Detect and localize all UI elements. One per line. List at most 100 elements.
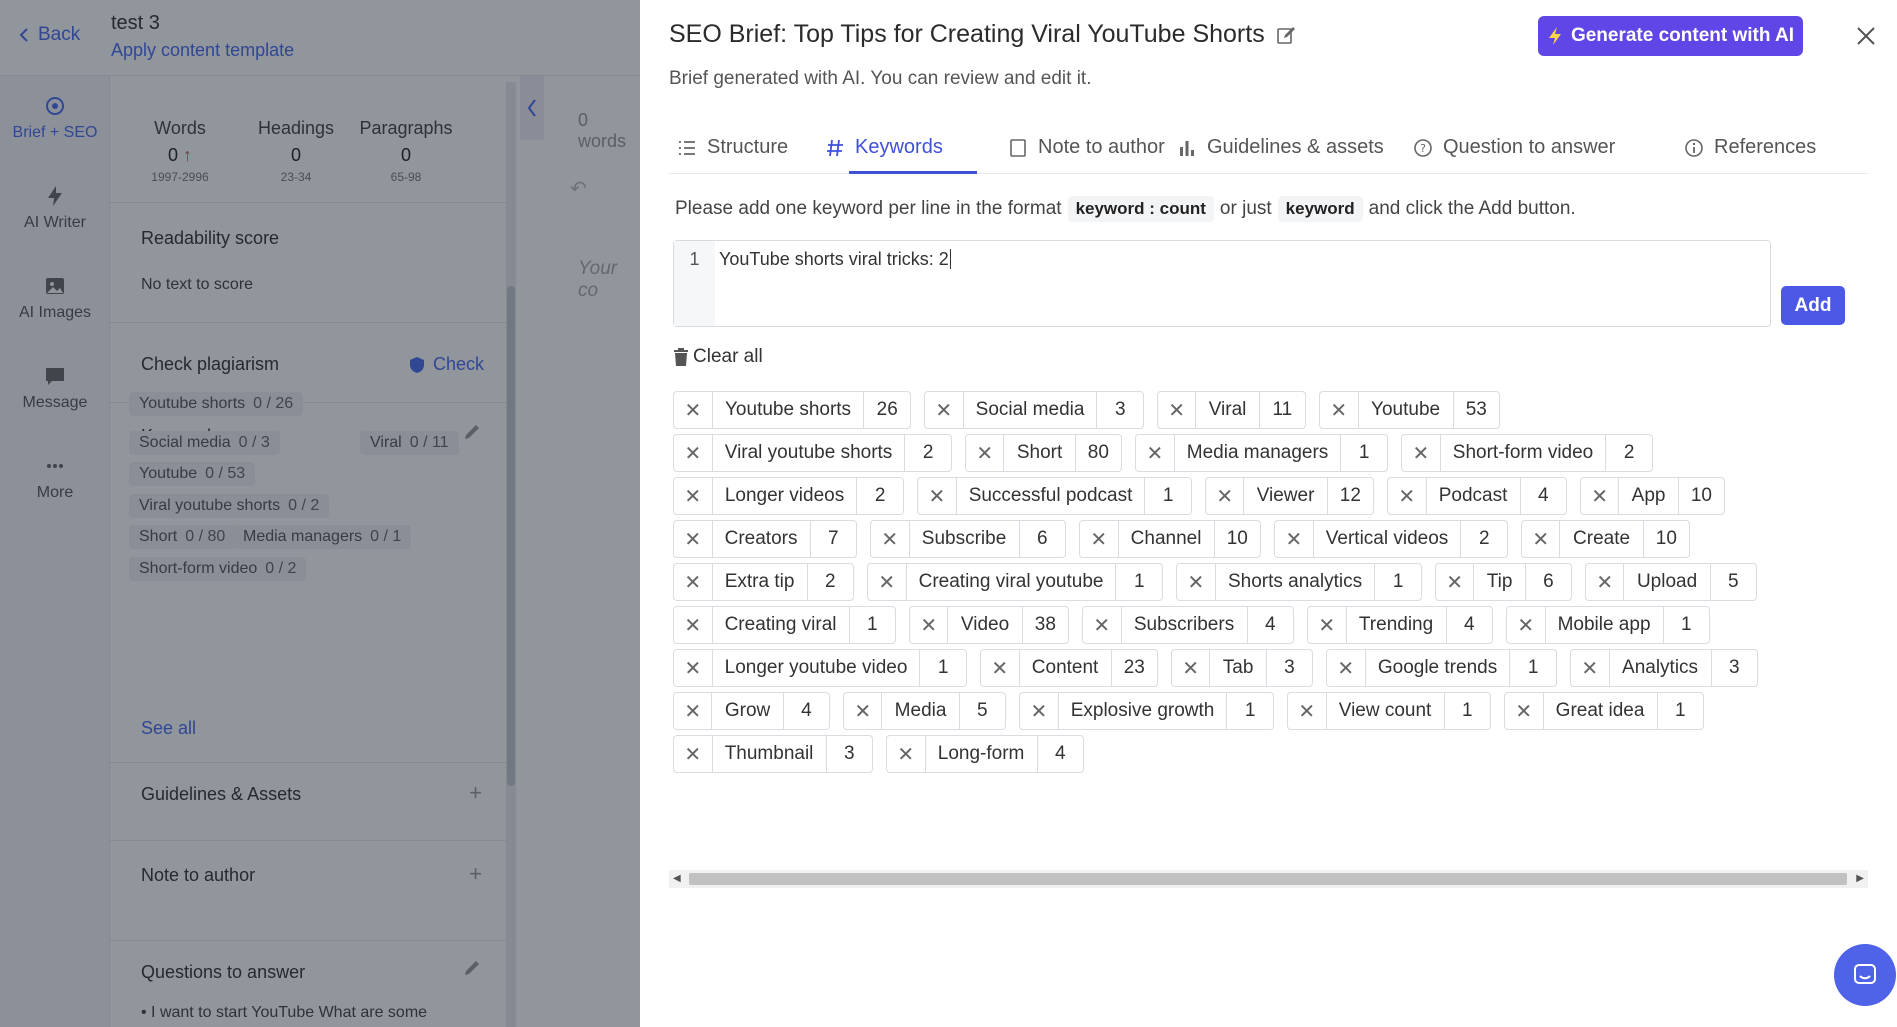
keyword-chip-name[interactable]: Viral <box>1196 392 1260 428</box>
remove-keyword-icon[interactable]: ✕ <box>1522 521 1561 557</box>
keyword-chip-name[interactable]: Mobile app <box>1546 607 1664 643</box>
remove-keyword-icon[interactable]: ✕ <box>1275 521 1314 557</box>
keyword-chip-count[interactable]: 4 <box>1521 478 1566 514</box>
keyword-chip-name[interactable]: Tab <box>1210 650 1267 686</box>
keyword-chip-count[interactable]: 11 <box>1260 392 1305 428</box>
remove-keyword-icon[interactable]: ✕ <box>1388 478 1427 514</box>
keyword-input-editor[interactable]: 1 YouTube shorts viral tricks: 2​ <box>673 240 1771 327</box>
keyword-chip-name[interactable]: Thumbnail <box>713 736 827 772</box>
remove-keyword-icon[interactable]: ✕ <box>1320 392 1359 428</box>
keyword-chip-name[interactable]: Creating viral youtube <box>907 564 1117 600</box>
remove-keyword-icon[interactable]: ✕ <box>1080 521 1119 557</box>
keyword-chip-name[interactable]: Media managers <box>1175 435 1342 471</box>
keyword-chip-name[interactable]: Subscribers <box>1122 607 1248 643</box>
keyword-chip-count[interactable]: 2 <box>857 478 903 514</box>
add-keywords-button[interactable]: Add <box>1781 286 1845 325</box>
keyword-chip-count[interactable]: 1 <box>1658 693 1703 729</box>
remove-keyword-icon[interactable]: ✕ <box>1308 607 1347 643</box>
remove-keyword-icon[interactable]: ✕ <box>1136 435 1175 471</box>
keyword-chip-name[interactable]: Creating viral <box>713 607 850 643</box>
keyword-chip-name[interactable]: Create <box>1560 521 1644 557</box>
clear-all-button[interactable]: Clear all <box>673 346 763 368</box>
keyword-chip-count[interactable]: 6 <box>1526 564 1571 600</box>
keyword-chip-name[interactable]: Trending <box>1347 607 1447 643</box>
remove-keyword-icon[interactable]: ✕ <box>844 693 883 729</box>
keyword-input-line[interactable]: YouTube shorts viral tricks: 2​ <box>719 249 951 270</box>
keyword-chip-name[interactable]: Shorts analytics <box>1216 564 1376 600</box>
scroll-left-arrow-icon[interactable]: ◀ <box>673 873 681 884</box>
remove-keyword-icon[interactable]: ✕ <box>868 564 907 600</box>
remove-keyword-icon[interactable]: ✕ <box>925 392 964 428</box>
keyword-chip-name[interactable]: Short-form video <box>1441 435 1607 471</box>
keyword-chip-name[interactable]: Podcast <box>1427 478 1521 514</box>
remove-keyword-icon[interactable]: ✕ <box>674 521 713 557</box>
keyword-chip-count[interactable]: 1 <box>1145 478 1191 514</box>
keyword-chip-name[interactable]: Analytics <box>1610 650 1712 686</box>
remove-keyword-icon[interactable]: ✕ <box>1172 650 1211 686</box>
tab-guidelines-assets[interactable]: Guidelines & assets <box>1177 136 1384 159</box>
keyword-chip-count[interactable]: 4 <box>1038 736 1083 772</box>
keyword-chip-count[interactable]: 10 <box>1644 521 1689 557</box>
keyword-chip-name[interactable]: Great idea <box>1544 693 1658 729</box>
remove-keyword-icon[interactable]: ✕ <box>1020 693 1059 729</box>
remove-keyword-icon[interactable]: ✕ <box>1507 607 1546 643</box>
remove-keyword-icon[interactable]: ✕ <box>1505 693 1544 729</box>
remove-keyword-icon[interactable]: ✕ <box>674 478 713 514</box>
remove-keyword-icon[interactable]: ✕ <box>1206 478 1245 514</box>
keyword-chip-name[interactable]: Tip <box>1474 564 1526 600</box>
modal-overlay[interactable] <box>0 0 640 1027</box>
remove-keyword-icon[interactable]: ✕ <box>1083 607 1122 643</box>
scrollbar-thumb[interactable] <box>689 873 1847 885</box>
keyword-chip-count[interactable]: 3 <box>827 736 872 772</box>
keyword-chip-name[interactable]: Media <box>882 693 960 729</box>
tab-note-to-author[interactable]: Note to author <box>1008 136 1165 159</box>
keyword-chip-name[interactable]: App <box>1619 478 1679 514</box>
keyword-chip-name[interactable]: Viral youtube shorts <box>713 435 906 471</box>
keyword-chip-count[interactable]: 5 <box>960 693 1005 729</box>
keyword-chip-count[interactable]: 4 <box>1248 607 1294 643</box>
keyword-chip-count[interactable]: 1 <box>1341 435 1387 471</box>
remove-keyword-icon[interactable]: ✕ <box>674 607 713 643</box>
tab-structure[interactable]: Structure <box>677 136 788 159</box>
remove-keyword-icon[interactable]: ✕ <box>1586 564 1625 600</box>
keyword-chip-count[interactable]: 3 <box>1267 650 1312 686</box>
keyword-chip-count[interactable]: 6 <box>1020 521 1065 557</box>
keyword-chip-count[interactable]: 38 <box>1023 607 1068 643</box>
keyword-chip-name[interactable]: Youtube shorts <box>713 392 865 428</box>
remove-keyword-icon[interactable]: ✕ <box>674 435 713 471</box>
keyword-chip-name[interactable]: Subscribe <box>910 521 1020 557</box>
keyword-chip-name[interactable]: Grow <box>712 693 784 729</box>
remove-keyword-icon[interactable]: ✕ <box>1158 392 1197 428</box>
keyword-chip-name[interactable]: Channel <box>1119 521 1215 557</box>
remove-keyword-icon[interactable]: ✕ <box>1177 564 1216 600</box>
keyword-chip-name[interactable]: Extra tip <box>713 564 808 600</box>
keyword-chip-count[interactable]: 5 <box>1711 564 1756 600</box>
tab-references[interactable]: References <box>1684 136 1816 159</box>
keyword-chip-name[interactable]: Video <box>948 607 1023 643</box>
keyword-chip-count[interactable]: 1 <box>920 650 966 686</box>
keyword-chip-count[interactable]: 1 <box>1375 564 1421 600</box>
tab-question-to-answer[interactable]: ? Question to answer <box>1413 136 1615 159</box>
close-icon[interactable] <box>1852 22 1880 50</box>
keyword-chip-name[interactable]: Creators <box>713 521 811 557</box>
edit-icon[interactable] <box>1275 24 1297 46</box>
keyword-chip-count[interactable]: 1 <box>1664 607 1709 643</box>
keyword-chip-count[interactable]: 4 <box>1447 607 1492 643</box>
remove-keyword-icon[interactable]: ✕ <box>1571 650 1610 686</box>
keyword-chip-count[interactable]: 2 <box>1606 435 1652 471</box>
remove-keyword-icon[interactable]: ✕ <box>1288 693 1327 729</box>
keyword-chip-name[interactable]: Explosive growth <box>1059 693 1228 729</box>
keyword-chip-name[interactable]: Upload <box>1624 564 1711 600</box>
scroll-right-arrow-icon[interactable]: ▶ <box>1856 873 1864 884</box>
keyword-chip-count[interactable]: 10 <box>1679 478 1724 514</box>
keyword-chip-name[interactable]: Long-form <box>926 736 1038 772</box>
keyword-chip-count[interactable]: 12 <box>1328 478 1373 514</box>
remove-keyword-icon[interactable]: ✕ <box>674 693 713 729</box>
remove-keyword-icon[interactable]: ✕ <box>918 478 957 514</box>
keyword-chip-name[interactable]: Longer youtube video <box>713 650 921 686</box>
keyword-chip-count[interactable]: 3 <box>1097 392 1143 428</box>
tab-keywords[interactable]: Keywords <box>825 136 943 159</box>
keyword-chip-count[interactable]: 2 <box>905 435 951 471</box>
remove-keyword-icon[interactable]: ✕ <box>1402 435 1441 471</box>
keyword-chip-name[interactable]: Vertical videos <box>1314 521 1462 557</box>
